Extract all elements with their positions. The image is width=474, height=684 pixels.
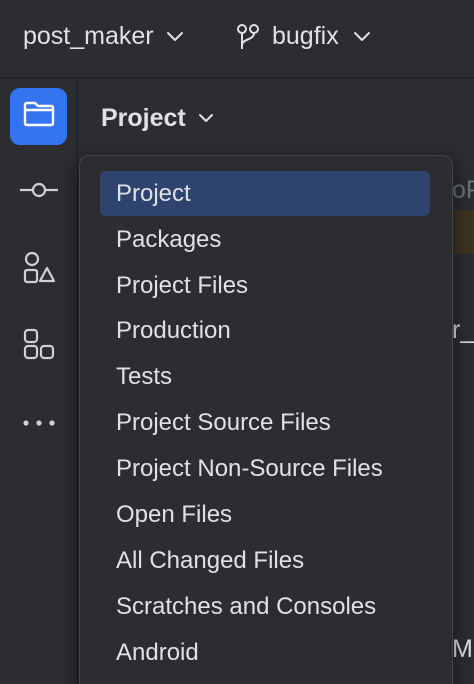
- project-switcher[interactable]: post_maker: [23, 22, 184, 51]
- menu-item-android[interactable]: Android: [100, 630, 430, 675]
- menu-item-label: Project: [116, 179, 191, 207]
- folder-icon: [22, 100, 56, 133]
- tree-text-fragment: r_: [452, 316, 474, 344]
- menu-item-project-files[interactable]: Project Files: [100, 263, 430, 308]
- project-tool-button[interactable]: [10, 88, 67, 145]
- menu-item-production[interactable]: Production: [100, 308, 430, 353]
- menu-item-label: Scratches and Consoles: [116, 592, 377, 620]
- project-name: post_maker: [23, 22, 154, 50]
- menu-item-label: Project Non-Source Files: [116, 454, 383, 482]
- commit-tool-button[interactable]: [10, 164, 67, 221]
- menu-item-label: Open Files: [116, 500, 233, 528]
- chevron-down-icon: [166, 31, 184, 43]
- tree-row-highlight: [450, 210, 474, 254]
- menu-item-label: Project Source Files: [116, 408, 331, 436]
- menu-item-label: Project Files: [116, 271, 249, 299]
- menu-item-open-files[interactable]: Open Files: [100, 492, 430, 537]
- tool-window-strip: [0, 78, 78, 684]
- main-toolbar: post_maker bugfix: [0, 0, 474, 78]
- tree-text-fragment: oP: [452, 176, 474, 204]
- menu-item-packages[interactable]: Packages: [100, 217, 430, 262]
- panel-title: Project: [101, 104, 186, 132]
- menu-item-all-changed-files[interactable]: All Changed Files: [100, 538, 430, 583]
- project-view-menu: Project Packages Project Files Productio…: [79, 155, 453, 684]
- menu-item-label: Android: [116, 638, 199, 666]
- menu-item-project-source-files[interactable]: Project Source Files: [100, 400, 430, 445]
- menu-item-scratches-and-consoles[interactable]: Scratches and Consoles: [100, 584, 430, 629]
- ide-window: post_maker bugfix Project o r_ M Project…: [0, 0, 474, 684]
- menu-item-label: Tests: [116, 362, 173, 390]
- shapes-tool-button[interactable]: [10, 241, 67, 298]
- chevron-down-icon: [353, 31, 371, 43]
- git-branch-icon: [236, 23, 260, 51]
- structure-icon: [22, 327, 56, 366]
- menu-item-project[interactable]: Project: [100, 171, 430, 216]
- menu-item-tests[interactable]: Tests: [100, 354, 430, 399]
- menu-item-project-non-source-files[interactable]: Project Non-Source Files: [100, 446, 430, 491]
- branch-name: bugfix: [272, 22, 339, 50]
- more-icon: [22, 414, 56, 432]
- menu-item-label: Packages: [116, 225, 222, 253]
- branch-switcher[interactable]: bugfix: [236, 22, 371, 51]
- commit-icon: [19, 180, 59, 205]
- shapes-icon: [22, 250, 56, 289]
- structure-tool-button[interactable]: [10, 318, 67, 375]
- chevron-down-icon: [198, 113, 214, 124]
- more-tools-button[interactable]: [10, 394, 67, 451]
- project-view-selector[interactable]: Project: [101, 104, 214, 133]
- menu-item-label: Production: [116, 316, 231, 344]
- tree-text-fragment: M: [452, 635, 473, 663]
- menu-item-label: All Changed Files: [116, 546, 305, 574]
